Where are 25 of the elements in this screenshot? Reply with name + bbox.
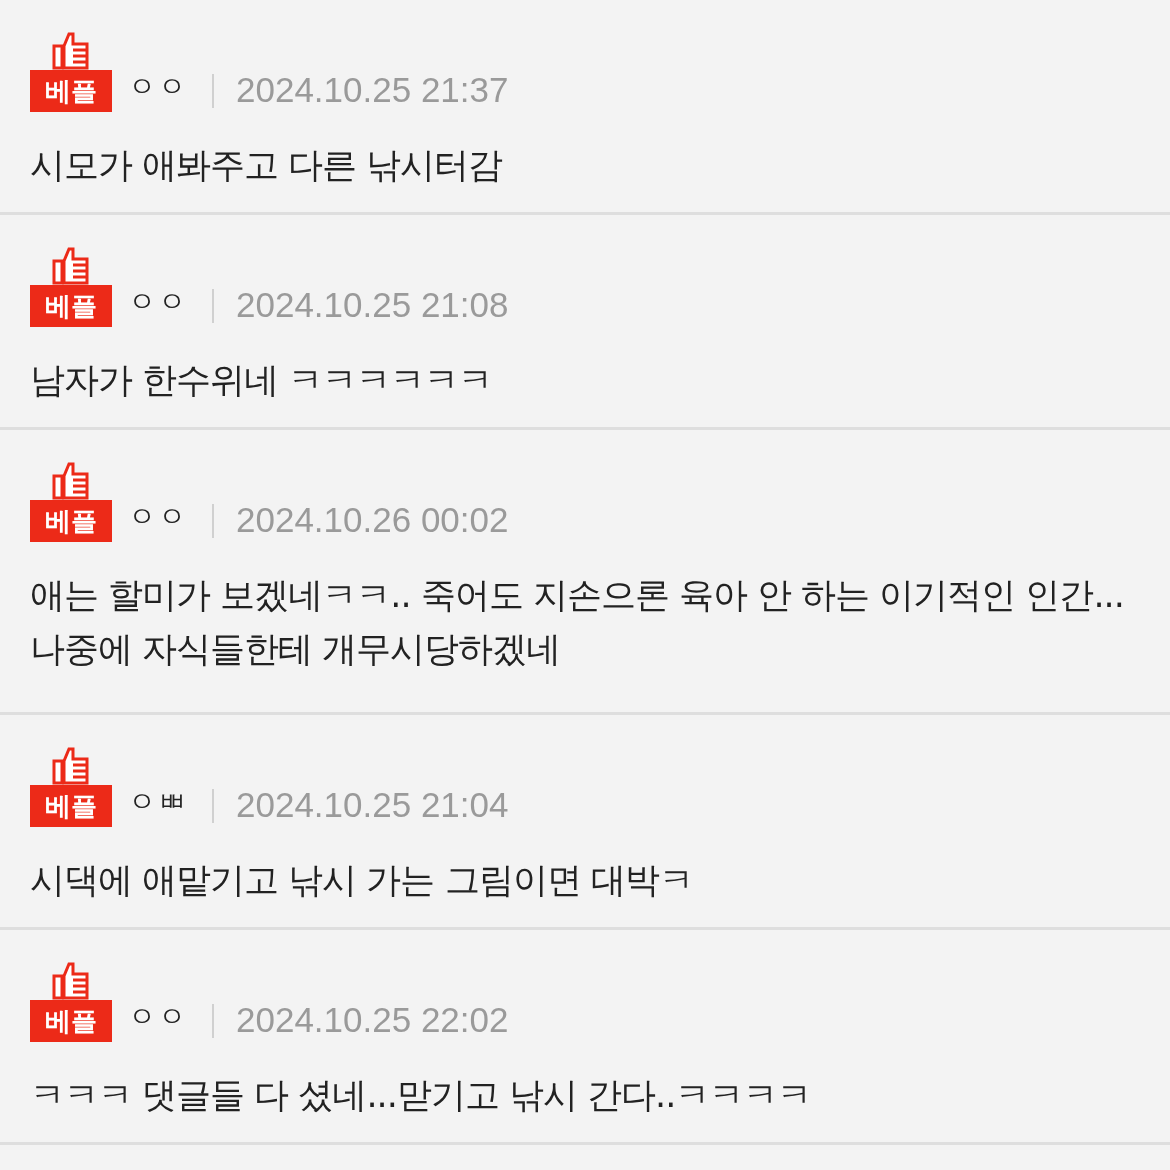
author-name: ㅇㅇ: [128, 69, 188, 105]
comment-date: 2024.10.25 21:08: [236, 285, 509, 325]
thumbs-up-icon: [51, 460, 91, 500]
best-badge: 베플: [30, 500, 112, 542]
thumbs-up-icon: [51, 30, 91, 70]
comment-text: 애는 할미가 보겠네ㅋㅋ.. 죽어도 지손으론 육아 안 하는 이기적인 인간... 나중에 자식들한테 개무시당하겠네: [30, 574, 1125, 671]
comment-text: 남자가 한수위네 ㅋㅋㅋㅋㅋㅋ: [30, 359, 494, 402]
author-name: ㅇㅃ: [128, 784, 188, 820]
thumbs-up-icon: [51, 745, 91, 785]
best-badge: 베플: [30, 785, 112, 827]
thumbs-up-icon: [51, 960, 91, 1000]
comment-date: 2024.10.25 21:37: [236, 70, 509, 110]
thumbs-up-icon: [51, 245, 91, 285]
best-badge: 베플: [30, 285, 112, 327]
comment-date: 2024.10.26 00:02: [236, 500, 509, 540]
best-badge: 베플: [30, 1000, 112, 1042]
best-badge: 베플: [30, 70, 112, 112]
author-name: ㅇㅇ: [128, 499, 188, 535]
comment-text: 시모가 애봐주고 다른 낚시터감: [30, 144, 504, 187]
author-name: ㅇㅇ: [128, 284, 188, 320]
comment-text: ㅋㅋㅋ 댓글들 다 셨네...맏기고 낚시 간다..ㅋㅋㅋㅋ: [30, 1074, 813, 1117]
author-name: ㅇㅇ: [128, 999, 188, 1035]
comment-date: 2024.10.25 21:04: [236, 785, 509, 825]
comment-text: 시댁에 애맡기고 낚시 가는 그림이면 대박ㅋ: [30, 859, 694, 902]
comment-date: 2024.10.25 22:02: [236, 1000, 509, 1040]
